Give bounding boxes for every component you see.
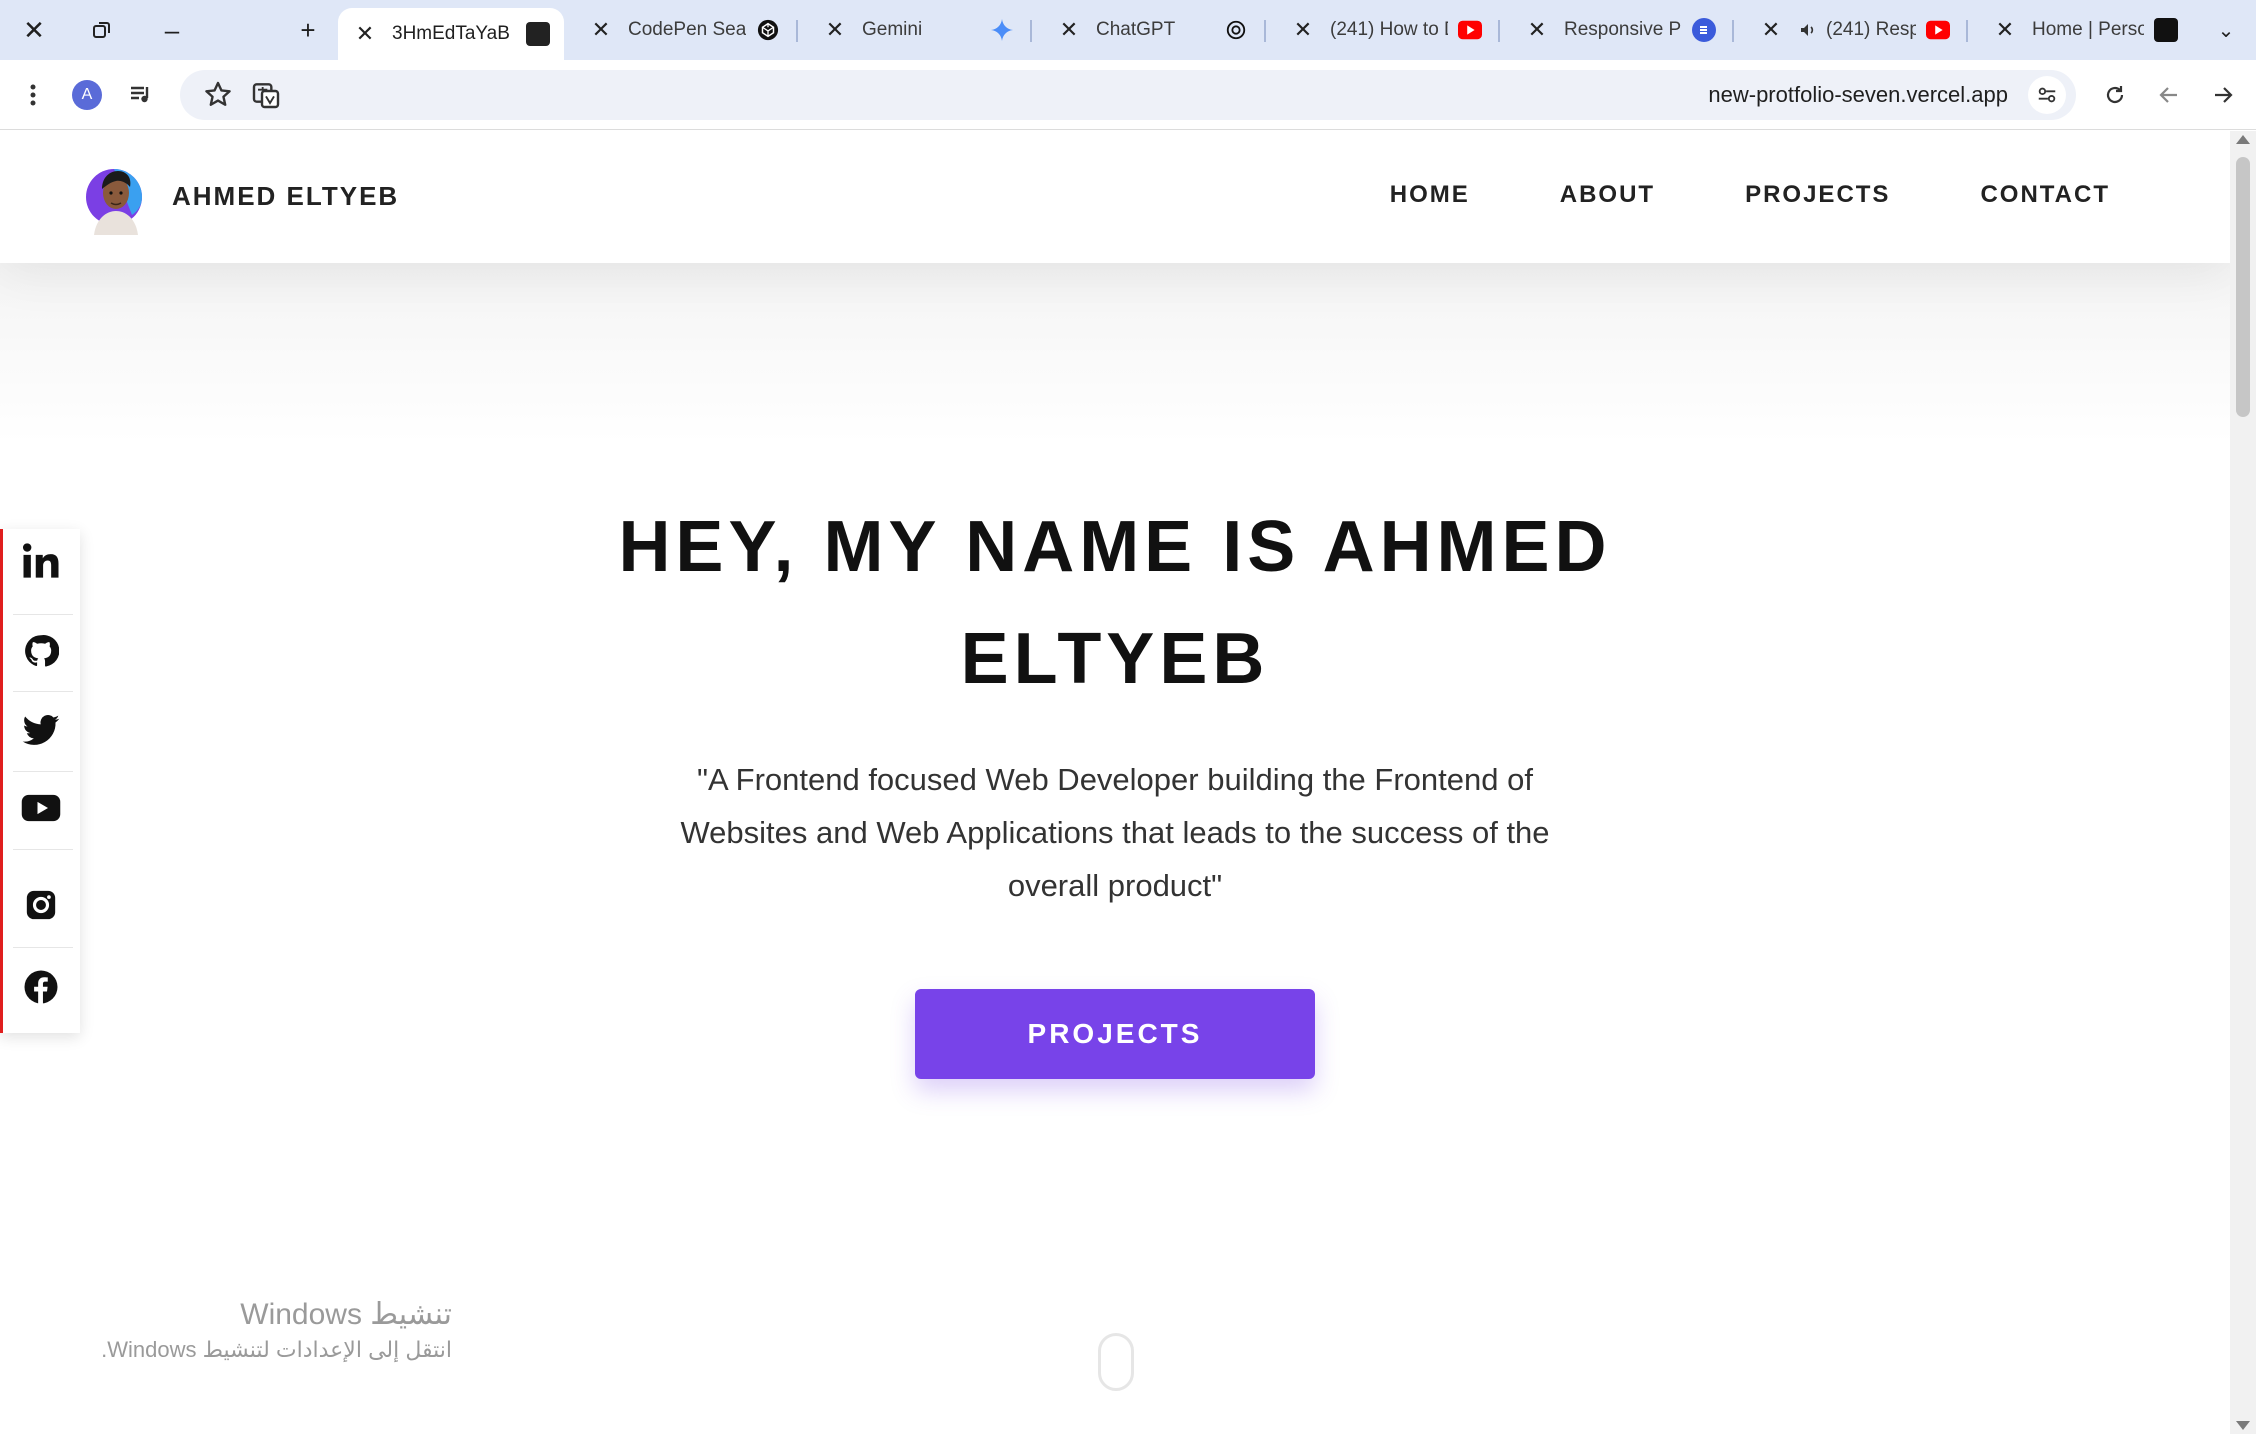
brand-name[interactable]: AHMED ELTYEB — [172, 181, 399, 212]
tab-close-icon[interactable]: ✕ — [1992, 17, 2018, 43]
tab-portfolio[interactable]: ✕ 3HmEdTaYaB | a — [338, 8, 564, 60]
tab-title: Responsive Port — [1564, 19, 1682, 40]
page-scrollbar[interactable] — [2230, 131, 2256, 1434]
linkedin-icon[interactable] — [17, 537, 65, 585]
tab-separator — [1966, 20, 1968, 42]
nav-link-home[interactable]: HOME — [1390, 181, 1470, 209]
tab-title: ChatGPT — [1096, 19, 1176, 40]
youtube-favicon-icon — [1458, 18, 1482, 42]
site-header: AHMED ELTYEB HOME ABOUT PROJECTS CONTACT — [0, 131, 2230, 263]
scroll-down-indicator[interactable] — [1098, 1333, 1134, 1391]
page-viewport: AHMED ELTYEB HOME ABOUT PROJECTS CONTACT… — [0, 131, 2230, 1434]
close-window-icon[interactable]: ✕ — [12, 10, 56, 50]
menu-dots-icon[interactable] — [12, 74, 54, 116]
avatar: A — [72, 80, 102, 110]
new-tab-icon[interactable]: + — [286, 10, 330, 50]
tab-title: (241) Respo — [1826, 19, 1916, 40]
divider — [13, 691, 73, 692]
address-bar[interactable]: new-protfolio-seven.vercel.app — [180, 70, 2076, 120]
tab-home-personal[interactable]: ✕ Home | Personal — [1978, 8, 2192, 52]
nav-link-about[interactable]: ABOUT — [1560, 181, 1655, 209]
divider — [13, 771, 73, 772]
tab-close-icon[interactable]: ✕ — [1758, 17, 1784, 43]
instagram-icon[interactable] — [17, 881, 65, 929]
facebook-icon[interactable] — [17, 963, 65, 1011]
tab-separator — [1732, 20, 1734, 42]
translate-icon[interactable] — [250, 79, 282, 111]
site-settings-icon[interactable] — [2028, 76, 2066, 114]
profile-photo-favicon-icon — [526, 22, 550, 46]
tab-chatgpt[interactable]: ✕ ChatGPT — [1042, 8, 1262, 52]
tab-codepen[interactable]: ✕ CodePen Search — [574, 8, 794, 52]
tab-close-icon[interactable]: ✕ — [1524, 17, 1550, 43]
url-text[interactable]: new-protfolio-seven.vercel.app — [1708, 82, 2008, 108]
bookmark-star-icon[interactable] — [202, 79, 234, 111]
site-favicon-icon — [2154, 18, 2178, 42]
media-control-icon[interactable] — [120, 74, 162, 116]
scrollbar-thumb[interactable] — [2236, 157, 2250, 417]
windows-activation-watermark: تنشيط Windows انتقل إلى الإعدادات لتنشيط… — [101, 1297, 452, 1367]
tab-close-icon[interactable]: ✕ — [822, 17, 848, 43]
browser-toolbar: A new-protfolio-seven.vercel.app — [0, 60, 2256, 130]
chatgpt-favicon-icon — [1224, 18, 1248, 42]
codepen-favicon-icon — [756, 18, 780, 42]
divider — [13, 849, 73, 850]
forward-arrow-icon[interactable] — [2202, 74, 2244, 116]
github-icon[interactable] — [17, 627, 65, 675]
activation-hint: انتقل إلى الإعدادات لتنشيط Windows. — [101, 1337, 452, 1362]
divider — [13, 947, 73, 948]
gemini-sparkle-icon — [990, 18, 1014, 42]
nav-link-projects[interactable]: PROJECTS — [1745, 181, 1890, 209]
tab-title: 3HmEdTaYaB | a — [392, 23, 516, 44]
tab-youtube-1[interactable]: ✕ (241) How to De — [1276, 8, 1496, 52]
tab-close-icon[interactable]: ✕ — [588, 17, 614, 43]
hero-title-line-2: ELTYEB — [960, 619, 1270, 699]
tab-gemini[interactable]: ✕ Gemini — [808, 8, 1028, 52]
tab-search-chevron-icon[interactable]: ⌄ — [2204, 10, 2248, 50]
hero-title: HEY, MY NAME IS AHMED ELTYEB — [0, 491, 2230, 715]
tab-youtube-2[interactable]: ✕ (241) Respo — [1744, 8, 1964, 52]
nav-link-contact[interactable]: CONTACT — [1980, 181, 2110, 209]
main-nav: HOME ABOUT PROJECTS CONTACT — [1390, 181, 2110, 209]
tab-close-icon[interactable]: ✕ — [1290, 17, 1316, 43]
tab-title: (241) How to De — [1330, 19, 1448, 40]
youtube-favicon-icon — [1926, 18, 1950, 42]
tab-separator — [1498, 20, 1500, 42]
header-shadow-gradient — [0, 263, 2230, 443]
back-arrow-icon[interactable] — [2148, 74, 2190, 116]
projects-cta-button[interactable]: PROJECTS — [915, 989, 1315, 1079]
tab-strip: ✕ – + ✕ 3HmEdTaYaB | a ✕ CodePen Search … — [0, 0, 2256, 60]
activation-title: تنشيط Windows — [240, 1298, 452, 1331]
restore-window-icon[interactable] — [80, 10, 124, 50]
social-sidebar — [0, 529, 80, 1033]
profile-photo-logo[interactable] — [82, 159, 146, 235]
reload-icon[interactable] — [2094, 74, 2136, 116]
tab-close-icon[interactable]: ✕ — [352, 21, 378, 47]
tab-separator — [796, 20, 798, 42]
tab-title: Gemini — [862, 19, 923, 40]
scroll-down-arrow-icon[interactable] — [2236, 1421, 2250, 1430]
tab-responsive-portfolio[interactable]: ✕ Responsive Port — [1510, 8, 1730, 52]
profile-avatar[interactable]: A — [66, 74, 108, 116]
tab-separator — [1264, 20, 1266, 42]
site-favicon-icon — [1692, 18, 1716, 42]
tab-close-icon[interactable]: ✕ — [1056, 17, 1082, 43]
audio-playing-icon[interactable] — [1798, 18, 1818, 42]
hero-title-line-1: HEY, MY NAME IS AHMED — [618, 507, 1612, 587]
youtube-icon[interactable] — [17, 784, 65, 832]
tab-title: Home | Personal — [2032, 19, 2144, 40]
hero-subtitle: "A Frontend focused Web Developer buildi… — [680, 762, 1550, 903]
scroll-up-arrow-icon[interactable] — [2236, 135, 2250, 144]
divider — [13, 614, 73, 615]
tab-separator — [1030, 20, 1032, 42]
twitter-icon[interactable] — [17, 707, 65, 755]
tab-title: CodePen Search — [628, 19, 746, 40]
minimize-window-icon[interactable]: – — [150, 10, 194, 50]
